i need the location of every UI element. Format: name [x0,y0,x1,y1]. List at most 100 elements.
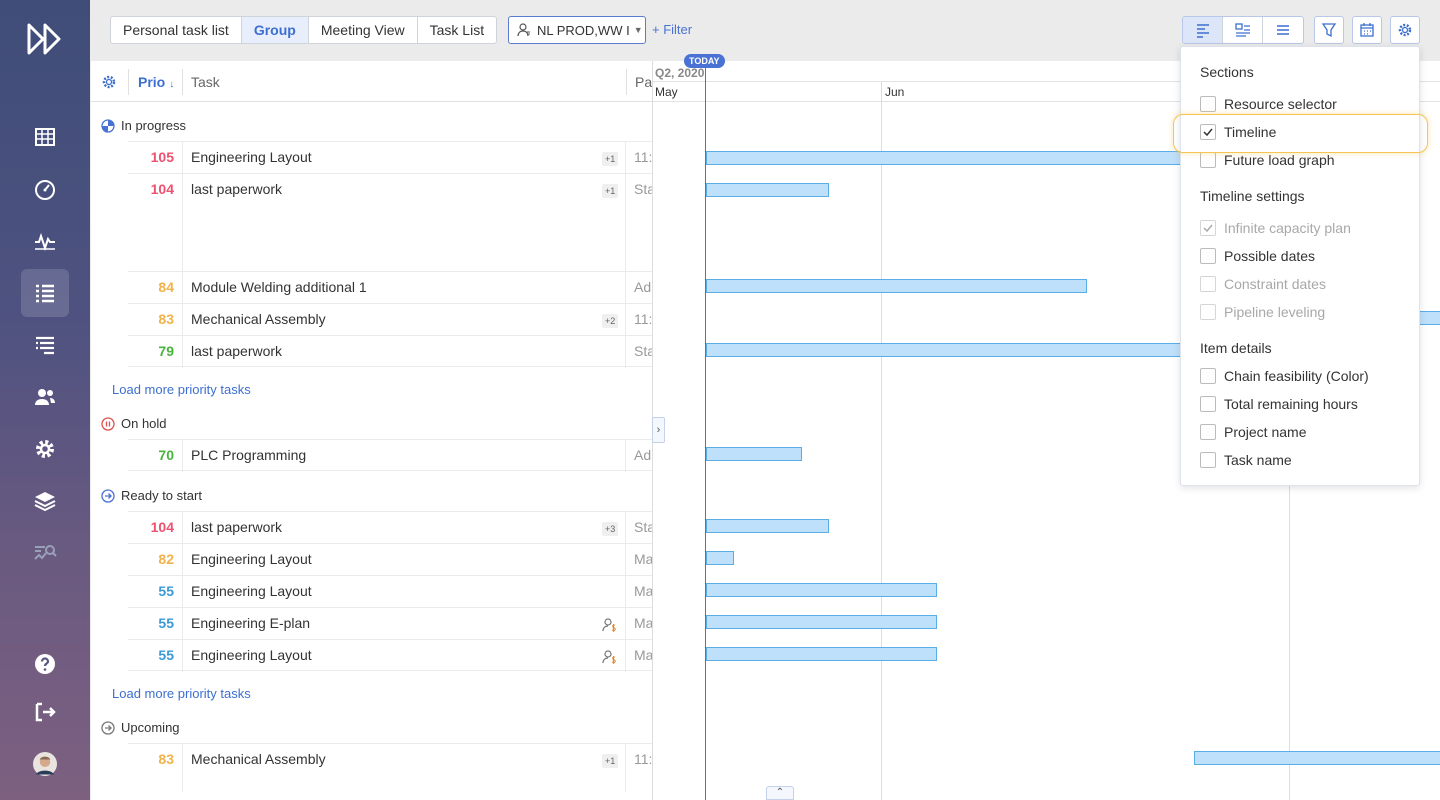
priority-value: 55 [158,583,174,599]
count-badge: +3 [602,522,619,536]
logout-icon[interactable] [21,688,69,736]
priority-value: 84 [158,279,174,295]
option-chain-feasibility[interactable]: Chain feasibility (Color) [1200,368,1369,384]
task-bar[interactable] [706,647,937,661]
tab-meeting-view[interactable]: Meeting View [309,17,418,43]
cell-divider [182,576,183,608]
checkbox[interactable] [1200,96,1216,112]
pa-value: 11: [634,149,653,165]
group-label: Ready to start [121,488,202,503]
pa-value: Ma [634,647,653,663]
filter-button[interactable]: + Filter [652,22,692,37]
table-row[interactable]: 83 Mechanical Assembly +2 11: [128,303,653,336]
checkbox[interactable] [1200,452,1216,468]
pa-column-header[interactable]: Pa [635,74,652,90]
task-bar[interactable] [706,615,937,629]
option-total-remaining-hours[interactable]: Total remaining hours [1200,396,1358,412]
timeline-view-button[interactable] [1183,17,1223,43]
collapse-panel-button[interactable]: › [652,417,665,443]
scroll-up-button[interactable]: ⌃ [766,786,794,800]
task-column-header[interactable]: Task [191,74,220,90]
option-infinite-capacity-plan: Infinite capacity plan [1200,220,1351,236]
checkbox[interactable] [1200,248,1216,264]
option-task-name[interactable]: Task name [1200,452,1292,468]
users-icon[interactable] [21,373,69,421]
option-possible-dates[interactable]: Possible dates [1200,248,1315,264]
sections-heading: Sections [1200,64,1254,80]
group-on-hold[interactable]: On hold [101,416,167,431]
activity-icon[interactable] [21,217,69,265]
pa-value: 11: [634,311,653,327]
option-future-load-graph[interactable]: Future load graph [1200,152,1335,168]
task-bar[interactable] [706,447,802,461]
table-row[interactable]: 55 Engineering Layout Ma [128,639,653,672]
count-badge: +1 [602,754,619,768]
table-row[interactable]: 105 Engineering Layout +1 11: [128,141,653,174]
table-row[interactable]: 55 Engineering E-plan Ma [128,607,652,640]
checkmark-icon [1203,224,1213,233]
spreadsheet-icon[interactable] [21,113,69,161]
layers-icon[interactable] [21,477,69,525]
priority-value: 104 [150,519,174,535]
dashboard-gauge-icon[interactable] [21,165,69,213]
task-bar[interactable] [1194,751,1440,765]
group-ready-to-start[interactable]: Ready to start [101,488,202,503]
tab-task-list[interactable]: Task List [418,17,496,43]
table-row[interactable]: 104 last paperwork +1 Sta [128,173,652,272]
tab-group[interactable]: Group [241,17,309,43]
list-view-button[interactable] [1263,17,1303,43]
table-row[interactable]: 79 last paperwork Sta [128,335,653,368]
table-row[interactable]: 82 Engineering Layout Ma [128,543,653,576]
resource-select[interactable]: NL PROD,WW I ▼ [508,16,646,44]
analytics-search-icon[interactable] [21,529,69,577]
resource-cost-icon[interactable] [602,649,618,665]
load-more-link[interactable]: Load more priority tasks [112,686,251,701]
column-settings-icon[interactable] [101,74,117,90]
task-bar[interactable] [706,583,937,597]
group-label: Upcoming [121,720,180,735]
settings-gear-icon[interactable] [21,425,69,473]
app-logo[interactable] [26,22,64,56]
checkbox[interactable] [1200,152,1216,168]
checkbox[interactable] [1200,424,1216,440]
table-row[interactable]: 70 PLC Programming Ad [128,439,652,472]
item-details-heading: Item details [1200,340,1272,356]
task-name: Engineering Layout [191,149,312,165]
resource-view-button[interactable] [1223,17,1263,43]
load-more-link[interactable]: Load more priority tasks [112,382,251,397]
user-avatar[interactable] [21,740,69,788]
group-in-progress[interactable]: In progress [101,118,186,133]
priority-value: 55 [158,615,174,631]
tab-personal-task-list[interactable]: Personal task list [111,17,242,43]
group-upcoming[interactable]: Upcoming [101,720,180,735]
prio-column-header[interactable]: Prio ↓ [138,74,174,90]
cell-divider [625,174,626,272]
help-icon[interactable] [21,640,69,688]
option-label: Total remaining hours [1224,396,1358,412]
option-resource-selector[interactable]: Resource selector [1200,96,1337,112]
calendar-button[interactable] [1352,16,1382,44]
gantt-list-icon[interactable] [21,321,69,369]
task-list-icon[interactable] [21,269,69,317]
resource-cost-icon[interactable] [602,617,618,633]
task-bar[interactable] [706,519,829,533]
table-row[interactable]: 83 Mechanical Assembly +1 11: [128,743,652,792]
pa-value: Sta [634,343,653,359]
cell-divider [625,512,626,544]
month-label-may: May [655,85,678,99]
arrow-right-circle-icon [101,488,115,503]
table-row[interactable]: 104 last paperwork +3 Sta [128,511,652,544]
checkbox[interactable] [1200,368,1216,384]
view-settings-button[interactable] [1390,16,1420,44]
table-row[interactable]: 55 Engineering Layout Ma [128,575,652,608]
checkbox[interactable] [1200,396,1216,412]
task-bar[interactable] [706,183,829,197]
today-line [705,61,706,800]
table-row[interactable]: 84 Module Welding additional 1 Ad [128,271,652,304]
task-bar[interactable] [706,551,734,565]
option-project-name[interactable]: Project name [1200,424,1306,440]
filter-funnel-button[interactable] [1314,16,1344,44]
pa-value: Ma [634,551,653,567]
task-bar[interactable] [706,279,1087,293]
cell-divider [625,640,626,672]
